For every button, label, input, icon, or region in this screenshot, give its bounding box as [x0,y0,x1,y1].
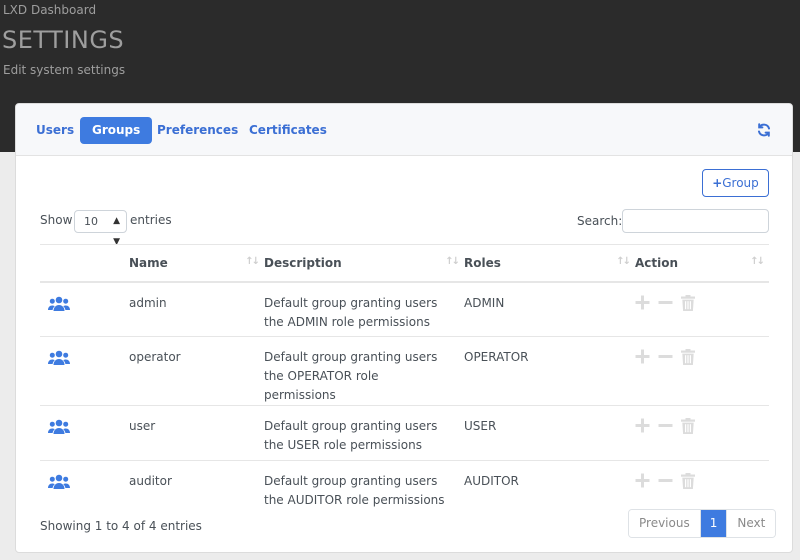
table-row: admin Default group granting users the AD… [40,281,769,337]
page-title: SETTINGS [2,26,125,54]
search-input[interactable] [622,209,769,233]
page-subtitle: Edit system settings [3,63,126,77]
add-group-button[interactable]: +Group [702,169,769,197]
table-row: user Default group granting users the USE… [40,405,769,461]
entries-per-page-select[interactable]: 10 ▲ ▼ [74,210,127,247]
group-name: admin [129,281,264,337]
minus-icon[interactable] [658,349,673,365]
plus-icon: + [712,176,723,190]
settings-card: Users Groups Preferences Certificates +G… [15,103,793,553]
page-1-button[interactable]: 1 [699,510,727,537]
group-roles: OPERATOR [464,336,635,406]
plus-icon[interactable] [635,295,650,311]
users-icon [48,419,70,435]
group-name: user [129,405,264,461]
sort-icon: ↑↓ [245,256,260,267]
plus-icon[interactable] [635,473,650,489]
column-header-action[interactable]: Action ↑↓ [635,244,769,283]
column-header-roles[interactable]: Roles ↑↓ [464,244,635,283]
plus-icon[interactable] [635,349,650,365]
tab-preferences[interactable]: Preferences [145,117,250,144]
previous-page-button[interactable]: Previous [629,510,700,537]
card-header: Users Groups Preferences Certificates [16,104,792,156]
minus-icon[interactable] [658,473,673,489]
column-header-name[interactable]: Name ↑↓ [129,244,264,283]
trash-icon[interactable] [681,294,696,311]
group-roles: AUDITOR [464,474,519,488]
refresh-icon[interactable] [756,122,772,138]
group-roles: ADMIN [464,281,635,337]
tab-groups[interactable]: Groups [80,117,153,144]
sort-icon: ↑↓ [750,256,765,267]
tab-users[interactable]: Users [24,117,86,144]
trash-icon[interactable] [681,473,696,489]
group-description: Default group granting users the USER ro… [264,405,464,461]
column-header-icon [40,244,129,283]
table-info-text: Showing 1 to 4 of 4 entries [40,519,202,533]
sort-icon: ↑↓ [445,256,460,267]
minus-icon[interactable] [658,295,673,311]
minus-icon[interactable] [658,418,673,434]
app-title: LXD Dashboard [3,3,97,17]
search-label: Search: [577,214,623,228]
show-label: Show [40,213,73,227]
group-description: Default group granting users the OPERATO… [264,336,464,406]
tab-certificates[interactable]: Certificates [237,117,339,144]
entries-select-value: 10 [84,215,98,228]
table-row: operator Default group granting users the… [40,336,769,406]
trash-icon[interactable] [681,349,696,365]
entries-label: entries [130,213,172,227]
group-description: Default group granting users the AUDITOR… [264,474,445,507]
trash-icon[interactable] [681,418,696,434]
groups-table: Name ↑↓ Description ↑↓ Roles ↑↓ Action ↑↓ ad… [40,244,769,516]
users-icon [48,296,70,312]
users-icon [48,350,70,366]
users-icon [48,474,70,490]
sort-icon: ↑↓ [616,256,631,267]
group-name: operator [129,336,264,406]
group-description: Default group granting users the ADMIN r… [264,281,464,337]
column-header-description[interactable]: Description ↑↓ [264,244,464,283]
group-roles: USER [464,405,635,461]
pagination: Previous 1 Next [628,509,777,538]
table-header-row: Name ↑↓ Description ↑↓ Roles ↑↓ Action ↑↓ [40,244,769,283]
group-name: auditor [129,474,172,488]
plus-icon[interactable] [635,418,650,434]
table-row: auditor Default group granting users the … [40,461,769,516]
add-group-label: Group [722,176,759,190]
next-page-button[interactable]: Next [726,510,776,537]
